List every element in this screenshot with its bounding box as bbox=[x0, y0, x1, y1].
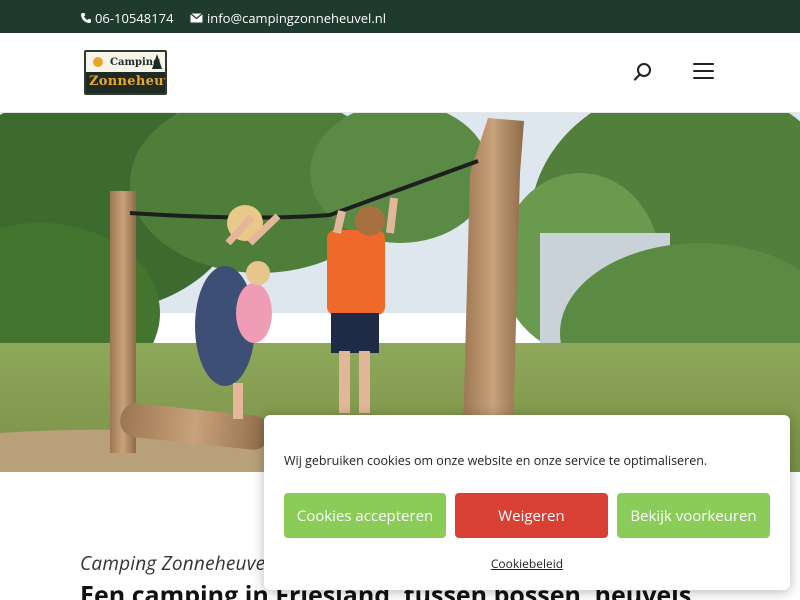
cookie-consent-dialog: Wij gebruiken cookies om onze website en… bbox=[264, 415, 790, 590]
sun-icon bbox=[93, 57, 103, 67]
phone-number: 06-10548174 bbox=[95, 9, 174, 27]
top-bar: 06-10548174 info@campingzonneheuvel.nl bbox=[0, 0, 800, 33]
phone-icon bbox=[81, 13, 91, 23]
view-preferences-button[interactable]: Bekijk voorkeuren bbox=[617, 493, 770, 538]
email-link[interactable]: info@campingzonneheuvel.nl bbox=[190, 9, 386, 27]
site-header: Camping Zonneheuvel bbox=[0, 33, 800, 113]
section-subtitle: Camping Zonneheuvel bbox=[80, 550, 271, 576]
accept-cookies-button[interactable]: Cookies accepteren bbox=[284, 493, 446, 538]
search-icon bbox=[633, 63, 651, 81]
envelope-icon bbox=[190, 13, 203, 23]
tree-icon bbox=[152, 54, 162, 69]
search-button[interactable] bbox=[633, 62, 653, 82]
cookie-policy-link[interactable]: Cookiebeleid bbox=[264, 555, 790, 572]
email-address: info@campingzonneheuvel.nl bbox=[207, 9, 387, 27]
hamburger-menu-icon[interactable] bbox=[693, 63, 715, 81]
cookie-message: Wij gebruiken cookies om onze website en… bbox=[284, 452, 708, 469]
logo-line-2: Zonneheuvel bbox=[89, 74, 165, 89]
site-logo[interactable]: Camping Zonneheuvel bbox=[84, 50, 167, 95]
deny-cookies-button[interactable]: Weigeren bbox=[455, 493, 608, 538]
phone-link[interactable]: 06-10548174 bbox=[80, 9, 174, 27]
